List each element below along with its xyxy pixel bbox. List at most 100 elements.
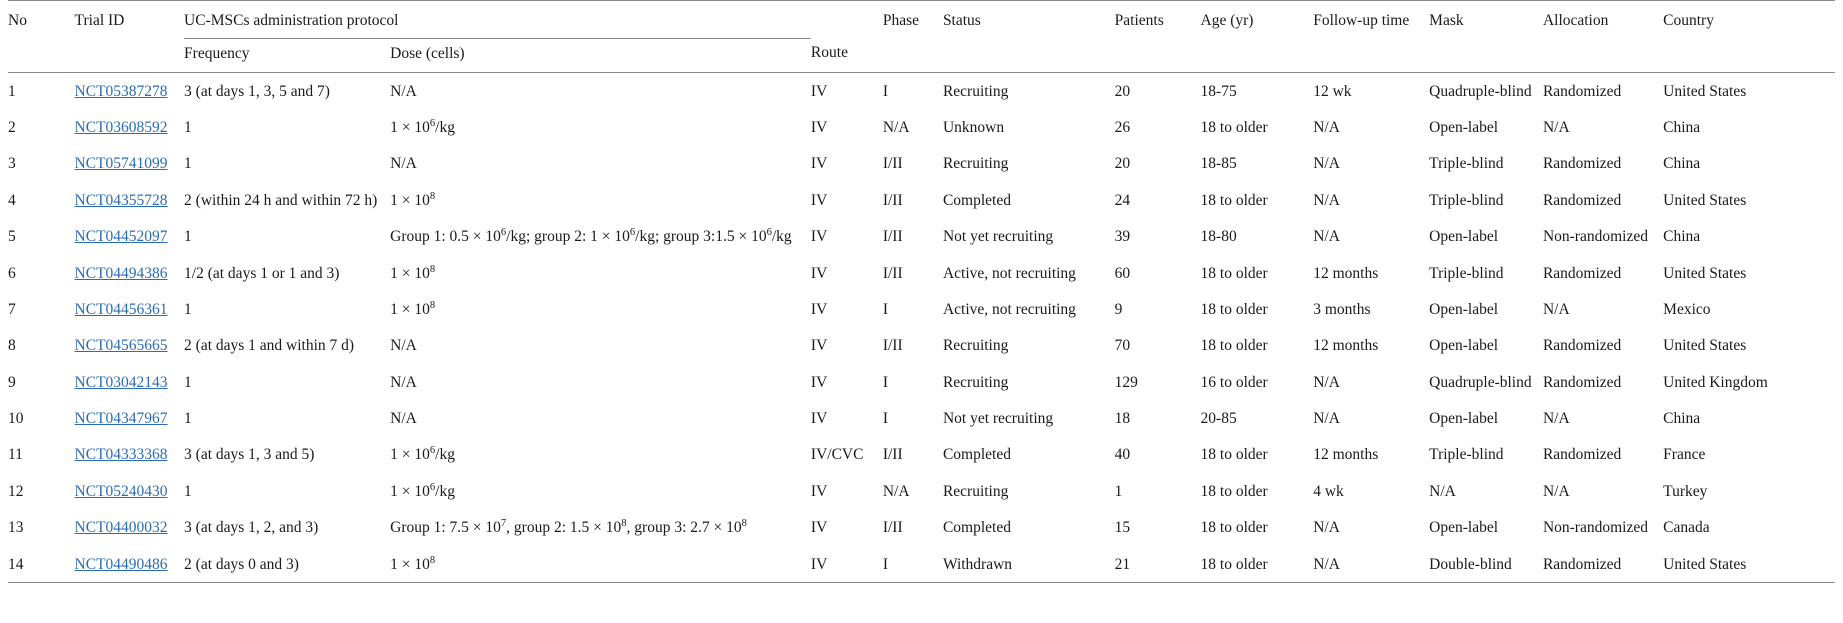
cell-patients: 15 <box>1115 510 1201 546</box>
cell-country: United States <box>1663 73 1835 110</box>
cell-trial-id[interactable]: NCT03608592 <box>75 110 184 146</box>
trial-id-link[interactable]: NCT04494386 <box>75 265 168 282</box>
cell-follow-up: N/A <box>1313 146 1429 182</box>
table-row: 11NCT043333683 (at days 1, 3 and 5)1 × 1… <box>8 437 1835 473</box>
cell-frequency: 2 (at days 0 and 3) <box>184 546 390 583</box>
cell-allocation: Randomized <box>1543 364 1663 400</box>
cell-follow-up: N/A <box>1313 546 1429 583</box>
cell-phase: I <box>883 364 943 400</box>
cell-dose: 1 × 108 <box>390 182 811 218</box>
trial-id-link[interactable]: NCT03608592 <box>75 119 168 136</box>
cell-no: 11 <box>8 437 75 473</box>
column-header-route-spacer <box>811 1 883 39</box>
trial-id-link[interactable]: NCT05741099 <box>75 155 168 172</box>
cell-dose: N/A <box>390 73 811 110</box>
trial-id-link[interactable]: NCT04452097 <box>75 228 168 245</box>
cell-trial-id[interactable]: NCT04456361 <box>75 291 184 327</box>
column-header-phase: Phase <box>883 1 943 73</box>
cell-trial-id[interactable]: NCT04490486 <box>75 546 184 583</box>
cell-trial-id[interactable]: NCT04400032 <box>75 510 184 546</box>
cell-allocation: Non-randomized <box>1543 510 1663 546</box>
cell-dose: N/A <box>390 146 811 182</box>
cell-country: China <box>1663 146 1835 182</box>
trial-id-link[interactable]: NCT05387278 <box>75 83 168 100</box>
cell-country: United States <box>1663 255 1835 291</box>
cell-status: Recruiting <box>943 73 1115 110</box>
cell-country: United States <box>1663 328 1835 364</box>
cell-dose: 1 × 106/kg <box>390 473 811 509</box>
cell-allocation: N/A <box>1543 291 1663 327</box>
cell-age: 18-75 <box>1201 73 1314 110</box>
cell-trial-id[interactable]: NCT04494386 <box>75 255 184 291</box>
cell-age: 18 to older <box>1201 110 1314 146</box>
cell-follow-up: 3 months <box>1313 291 1429 327</box>
column-header-age: Age (yr) <box>1201 1 1314 73</box>
cell-patients: 20 <box>1115 73 1201 110</box>
cell-phase: N/A <box>883 473 943 509</box>
cell-age: 18 to older <box>1201 328 1314 364</box>
cell-frequency: 1/2 (at days 1 or 1 and 3) <box>184 255 390 291</box>
cell-route: IV <box>811 510 883 546</box>
cell-no: 2 <box>8 110 75 146</box>
cell-mask: N/A <box>1429 473 1543 509</box>
cell-trial-id[interactable]: NCT04565665 <box>75 328 184 364</box>
cell-route: IV <box>811 182 883 218</box>
cell-patients: 1 <box>1115 473 1201 509</box>
cell-trial-id[interactable]: NCT04355728 <box>75 182 184 218</box>
clinical-trials-table-container: No Trial ID UC-MSCs administration proto… <box>0 0 1843 623</box>
cell-status: Active, not recruiting <box>943 255 1115 291</box>
trial-id-link[interactable]: NCT04347967 <box>75 410 168 427</box>
cell-trial-id[interactable]: NCT05240430 <box>75 473 184 509</box>
cell-mask: Triple-blind <box>1429 255 1543 291</box>
table-row: 6NCT044943861/2 (at days 1 or 1 and 3)1 … <box>8 255 1835 291</box>
trial-id-link[interactable]: NCT03042143 <box>75 374 168 391</box>
cell-frequency: 3 (at days 1, 2, and 3) <box>184 510 390 546</box>
cell-status: Completed <box>943 437 1115 473</box>
cell-phase: I/II <box>883 146 943 182</box>
cell-route: IV <box>811 364 883 400</box>
cell-follow-up: N/A <box>1313 364 1429 400</box>
cell-phase: I <box>883 291 943 327</box>
cell-patients: 39 <box>1115 219 1201 255</box>
cell-dose: Group 1: 7.5 × 107, group 2: 1.5 × 108, … <box>390 510 811 546</box>
cell-trial-id[interactable]: NCT05387278 <box>75 73 184 110</box>
trial-id-link[interactable]: NCT04565665 <box>75 337 168 354</box>
trial-id-link[interactable]: NCT04355728 <box>75 192 168 209</box>
trial-id-link[interactable]: NCT05240430 <box>75 483 168 500</box>
cell-age: 18 to older <box>1201 182 1314 218</box>
cell-route: IV <box>811 73 883 110</box>
cell-trial-id[interactable]: NCT04347967 <box>75 401 184 437</box>
cell-no: 8 <box>8 328 75 364</box>
cell-mask: Triple-blind <box>1429 182 1543 218</box>
cell-age: 18 to older <box>1201 510 1314 546</box>
cell-trial-id[interactable]: NCT05741099 <box>75 146 184 182</box>
cell-patients: 26 <box>1115 110 1201 146</box>
cell-trial-id[interactable]: NCT03042143 <box>75 364 184 400</box>
cell-status: Not yet recruiting <box>943 401 1115 437</box>
cell-patients: 129 <box>1115 364 1201 400</box>
trial-id-link[interactable]: NCT04333368 <box>75 446 168 463</box>
cell-phase: I/II <box>883 510 943 546</box>
table-row: 13NCT044000323 (at days 1, 2, and 3)Grou… <box>8 510 1835 546</box>
cell-age: 20-85 <box>1201 401 1314 437</box>
cell-trial-id[interactable]: NCT04333368 <box>75 437 184 473</box>
table-row: 3NCT057410991N/AIVI/IIRecruiting2018-85N… <box>8 146 1835 182</box>
cell-follow-up: 12 months <box>1313 255 1429 291</box>
cell-phase: I/II <box>883 182 943 218</box>
cell-patients: 24 <box>1115 182 1201 218</box>
trial-id-link[interactable]: NCT04400032 <box>75 519 168 536</box>
cell-follow-up: 4 wk <box>1313 473 1429 509</box>
trial-id-link[interactable]: NCT04490486 <box>75 556 168 573</box>
cell-patients: 21 <box>1115 546 1201 583</box>
cell-frequency: 2 (at days 1 and within 7 d) <box>184 328 390 364</box>
cell-phase: I/II <box>883 328 943 364</box>
cell-allocation: Non-randomized <box>1543 219 1663 255</box>
cell-age: 18 to older <box>1201 255 1314 291</box>
cell-patients: 40 <box>1115 437 1201 473</box>
table-row: 14NCT044904862 (at days 0 and 3)1 × 108I… <box>8 546 1835 583</box>
cell-route: IV <box>811 473 883 509</box>
trial-id-link[interactable]: NCT04456361 <box>75 301 168 318</box>
cell-trial-id[interactable]: NCT04452097 <box>75 219 184 255</box>
column-header-dose: Dose (cells) <box>390 38 811 73</box>
table-row: 2NCT0360859211 × 106/kgIVN/AUnknown2618 … <box>8 110 1835 146</box>
